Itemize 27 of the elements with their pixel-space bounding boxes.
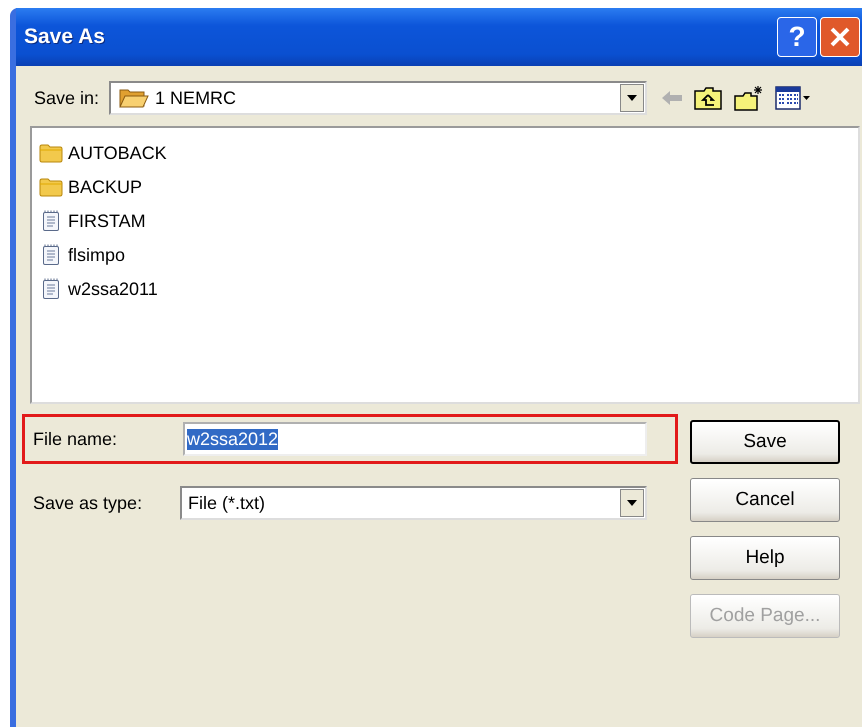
file-item[interactable]: AUTOBACK xyxy=(68,142,167,164)
folder-icon xyxy=(39,177,63,197)
file-item[interactable]: flsimpo xyxy=(68,244,126,266)
file-name-label: File name: xyxy=(33,428,118,450)
text-file-icon xyxy=(42,278,60,300)
file-item[interactable]: w2ssa2011 xyxy=(68,278,158,300)
caret-icon xyxy=(627,95,638,101)
save-as-type-dropdown[interactable]: File (*.txt) xyxy=(180,486,647,520)
save-in-label: Save in: xyxy=(33,88,100,108)
up-folder-icon[interactable] xyxy=(693,85,724,111)
file-item[interactable]: BACKUP xyxy=(68,176,142,198)
caret-icon xyxy=(627,500,637,506)
dialog-button[interactable]: Save xyxy=(690,420,840,464)
file-name-field[interactable]: w2ssa2012 xyxy=(183,422,647,456)
help-button[interactable]: ? xyxy=(777,17,817,57)
dialog-button[interactable]: Help xyxy=(690,536,840,580)
text-file-icon xyxy=(42,244,60,266)
view-menu-icon[interactable] xyxy=(775,86,812,110)
save-in-dropdown[interactable]: 1 NEMRC xyxy=(109,81,648,115)
close-button[interactable] xyxy=(820,17,860,57)
save-as-type-label: Save as type: xyxy=(33,492,144,514)
file-item[interactable]: FIRSTAM xyxy=(68,210,146,232)
folder-icon xyxy=(39,143,63,163)
close-icon xyxy=(829,26,851,48)
window-title: Save As xyxy=(24,25,105,49)
text-file-icon xyxy=(42,210,60,232)
dialog-button[interactable]: Cancel xyxy=(690,478,840,522)
